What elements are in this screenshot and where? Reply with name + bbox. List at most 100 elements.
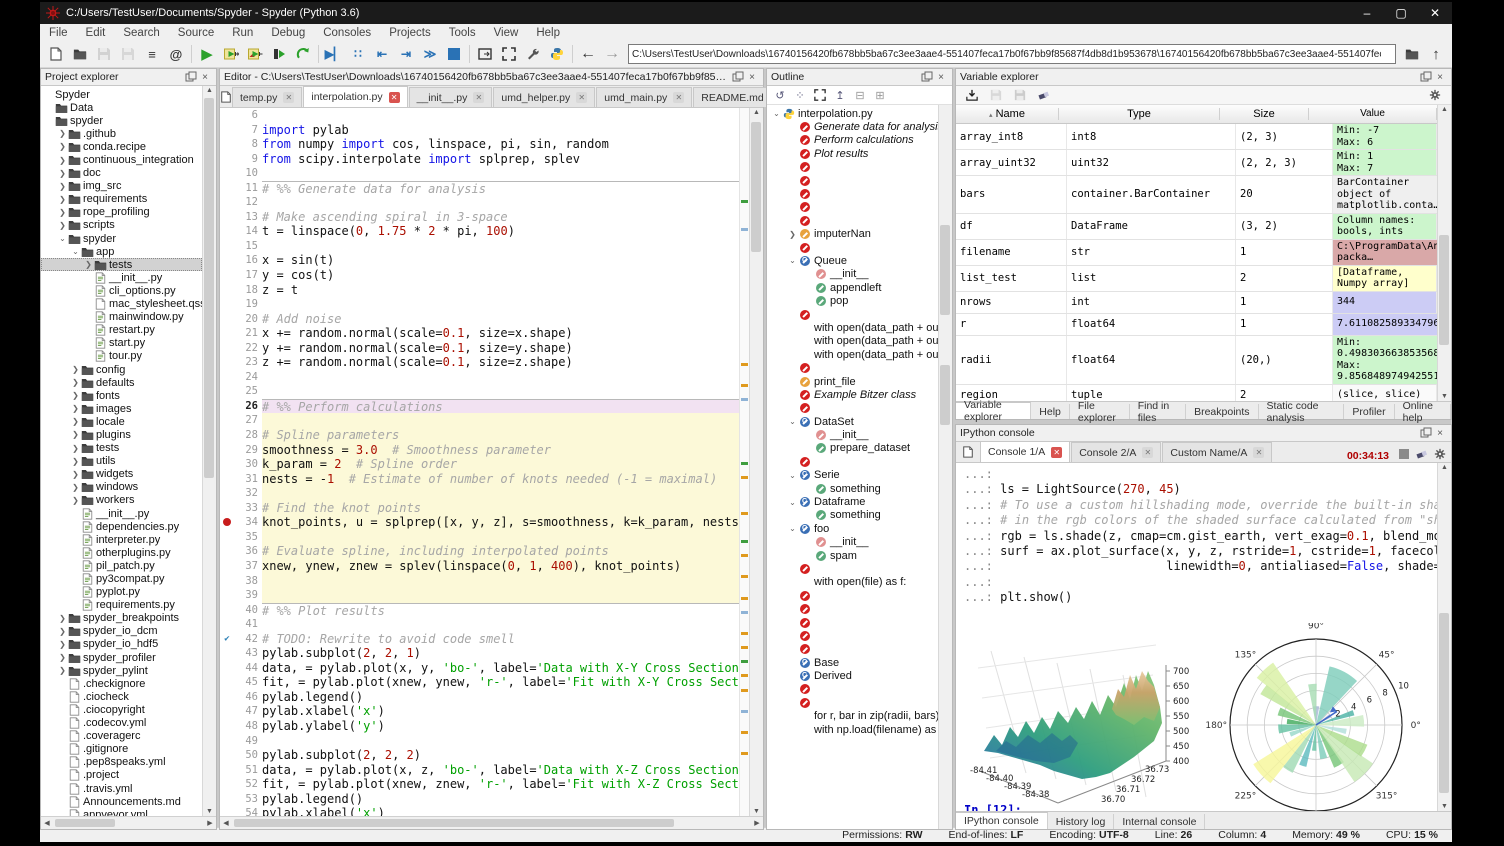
editor-line[interactable]: 22y += random.normal(scale=0.1, size=y.s… bbox=[220, 341, 739, 356]
tree-item[interactable]: ❯spyder_io_hdf5 bbox=[41, 638, 202, 651]
chevron-icon[interactable]: ❯ bbox=[57, 614, 68, 623]
outline-item[interactable]: with open(data_path + output_file_n... bbox=[767, 348, 938, 361]
tree-item[interactable]: ❯spyder_io_dcm bbox=[41, 625, 202, 638]
outline-item[interactable]: Perform calculations bbox=[767, 134, 938, 147]
open-file-icon[interactable] bbox=[68, 43, 92, 65]
menu-help[interactable]: Help bbox=[527, 27, 569, 39]
float-pane-icon[interactable] bbox=[731, 71, 745, 83]
project-scrollbar[interactable]: ▲ ▼ bbox=[202, 86, 216, 816]
project-hscrollbar[interactable]: ◀▶ bbox=[41, 816, 216, 829]
outline-item[interactable]: ⌄interpolation.py bbox=[767, 107, 938, 120]
symbol-finder-icon[interactable]: @ bbox=[164, 43, 188, 65]
menu-tools[interactable]: Tools bbox=[440, 27, 485, 39]
tree-item[interactable]: mac_stylesheet.qss bbox=[41, 298, 202, 311]
editor-line[interactable]: 36# Evaluate spline, including interpola… bbox=[220, 544, 739, 559]
editor-line[interactable]: 50pylab.subplot(2, 2, 2) bbox=[220, 748, 739, 763]
chevron-icon[interactable]: ⌄ bbox=[787, 498, 798, 507]
editor-line[interactable]: 35 bbox=[220, 530, 739, 545]
follow-cursor-icon[interactable]: ↥ bbox=[830, 87, 850, 103]
editor-line[interactable]: 16x = sin(t) bbox=[220, 253, 739, 268]
chevron-icon[interactable]: ❯ bbox=[70, 417, 81, 426]
editor-line[interactable]: 11# %% Generate data for analysis bbox=[220, 181, 739, 196]
table-row[interactable]: regiontuple2(slice, slice) bbox=[956, 385, 1437, 402]
tree-item[interactable]: ❯workers bbox=[41, 494, 202, 507]
options-gear-icon[interactable] bbox=[1431, 446, 1449, 462]
show-fullpath-icon[interactable]: ⁘ bbox=[790, 87, 810, 103]
float-pane-icon[interactable] bbox=[1419, 427, 1433, 439]
back-icon[interactable]: ← bbox=[576, 43, 600, 65]
tree-item[interactable]: py3compat.py bbox=[41, 572, 202, 585]
outline-item[interactable] bbox=[767, 308, 938, 321]
chevron-icon[interactable]: ❯ bbox=[70, 457, 81, 466]
console-tab[interactable]: Console 1/A✕ bbox=[980, 441, 1070, 462]
editor-line[interactable]: 21x += random.normal(scale=0.1, size=x.s… bbox=[220, 326, 739, 341]
minimize-icon[interactable]: – bbox=[1350, 2, 1384, 24]
editor-line[interactable]: 29smoothness = 3.0 # Smoothness paramete… bbox=[220, 443, 739, 458]
chevron-icon[interactable]: ❯ bbox=[57, 208, 68, 217]
tree-item[interactable]: pil_patch.py bbox=[41, 559, 202, 572]
outline-item[interactable] bbox=[767, 562, 938, 575]
table-row[interactable]: radiifloat64(20,)Min: 0.4983036638535687… bbox=[956, 336, 1437, 385]
tree-item[interactable]: ❯doc bbox=[41, 167, 202, 180]
editor-line[interactable]: 37xnew, ynew, znew = splev(linspace(0, 1… bbox=[220, 559, 739, 574]
outline-item[interactable]: __init__ bbox=[767, 536, 938, 549]
chevron-icon[interactable]: ❯ bbox=[70, 483, 81, 492]
editor-line[interactable]: ✔42# TODO: Rewrite to avoid code smell bbox=[220, 632, 739, 647]
tree-item[interactable]: appveyor.yml bbox=[41, 808, 202, 816]
debug-stop-icon[interactable] bbox=[442, 43, 466, 65]
chevron-icon[interactable]: ⌄ bbox=[70, 247, 81, 256]
outline-item[interactable]: Example Bitzer class bbox=[767, 388, 938, 401]
outline-item[interactable] bbox=[767, 161, 938, 174]
tree-item[interactable]: .ciocopyright bbox=[41, 703, 202, 716]
outline-item[interactable] bbox=[767, 602, 938, 615]
tree-item[interactable]: ❯.github bbox=[41, 127, 202, 140]
browse-directory-icon[interactable] bbox=[1400, 43, 1424, 65]
go-to-cursor-icon[interactable]: ↺ bbox=[770, 87, 790, 103]
chevron-icon[interactable]: ❯ bbox=[83, 260, 94, 269]
tab-close-icon[interactable]: ✕ bbox=[283, 92, 294, 103]
remove-variables-icon[interactable] bbox=[1032, 84, 1056, 106]
chevron-icon[interactable]: ❯ bbox=[57, 627, 68, 636]
outline-item[interactable]: pop bbox=[767, 294, 938, 307]
outline-item[interactable] bbox=[767, 214, 938, 227]
pane-tab-static-code-analysis[interactable]: Static code analysis bbox=[1259, 404, 1345, 419]
outline-item[interactable]: for r, bar in zip(radii, bars): bbox=[767, 710, 938, 723]
pane-tab-variable-explorer[interactable]: Variable explorer bbox=[956, 402, 1031, 419]
table-row[interactable]: dfDataFrame(3, 2)Column names: bools, in… bbox=[956, 214, 1437, 240]
code-area[interactable]: 67import pylab8from numpy import cos, li… bbox=[220, 108, 739, 816]
chevron-icon[interactable]: ❯ bbox=[57, 142, 68, 151]
tree-item[interactable]: __init__.py bbox=[41, 271, 202, 284]
chevron-icon[interactable]: ❯ bbox=[70, 496, 81, 505]
tree-item[interactable]: ❯continuous_integration bbox=[41, 153, 202, 166]
outline-item[interactable]: __init__ bbox=[767, 268, 938, 281]
editor-line[interactable]: 6 bbox=[220, 108, 739, 123]
column-header[interactable]: Type bbox=[1059, 108, 1220, 120]
outline-item[interactable]: spam bbox=[767, 549, 938, 562]
save-data-icon[interactable] bbox=[984, 84, 1008, 106]
editor-line[interactable]: 49 bbox=[220, 734, 739, 749]
tree-item[interactable]: ❯rope_profiling bbox=[41, 206, 202, 219]
clear-console-icon[interactable] bbox=[1413, 446, 1431, 462]
outline-item[interactable] bbox=[767, 696, 938, 709]
chevron-icon[interactable]: ⌄ bbox=[787, 256, 798, 265]
import-data-icon[interactable] bbox=[960, 84, 984, 106]
python-path-icon[interactable] bbox=[545, 43, 569, 65]
editor-line[interactable]: 15 bbox=[220, 239, 739, 254]
editor-tab[interactable]: umd_main.py✕ bbox=[596, 87, 692, 107]
file-switcher-icon[interactable]: ≡ bbox=[140, 43, 164, 65]
tree-item[interactable]: .checkignore bbox=[41, 677, 202, 690]
tree-item[interactable]: Spyder bbox=[41, 88, 202, 101]
float-pane-icon[interactable] bbox=[920, 71, 934, 83]
editor-tab[interactable]: interpolation.py✕ bbox=[303, 86, 407, 107]
column-header[interactable]: Value bbox=[1309, 108, 1437, 120]
tree-item[interactable]: .codecov.yml bbox=[41, 717, 202, 730]
close-pane-icon[interactable]: × bbox=[1433, 427, 1447, 439]
tree-item[interactable]: ⌄spyder bbox=[41, 232, 202, 245]
tree-item[interactable]: __init__.py bbox=[41, 507, 202, 520]
close-icon[interactable]: ✕ bbox=[1418, 2, 1452, 24]
run-selection-icon[interactable] bbox=[267, 43, 291, 65]
pane-tab-help[interactable]: Help bbox=[1031, 404, 1070, 419]
save-data-as-icon[interactable] bbox=[1008, 84, 1032, 106]
pane-tab-internal-console[interactable]: Internal console bbox=[1114, 814, 1205, 829]
editor-tab[interactable]: umd_helper.py✕ bbox=[493, 87, 595, 107]
